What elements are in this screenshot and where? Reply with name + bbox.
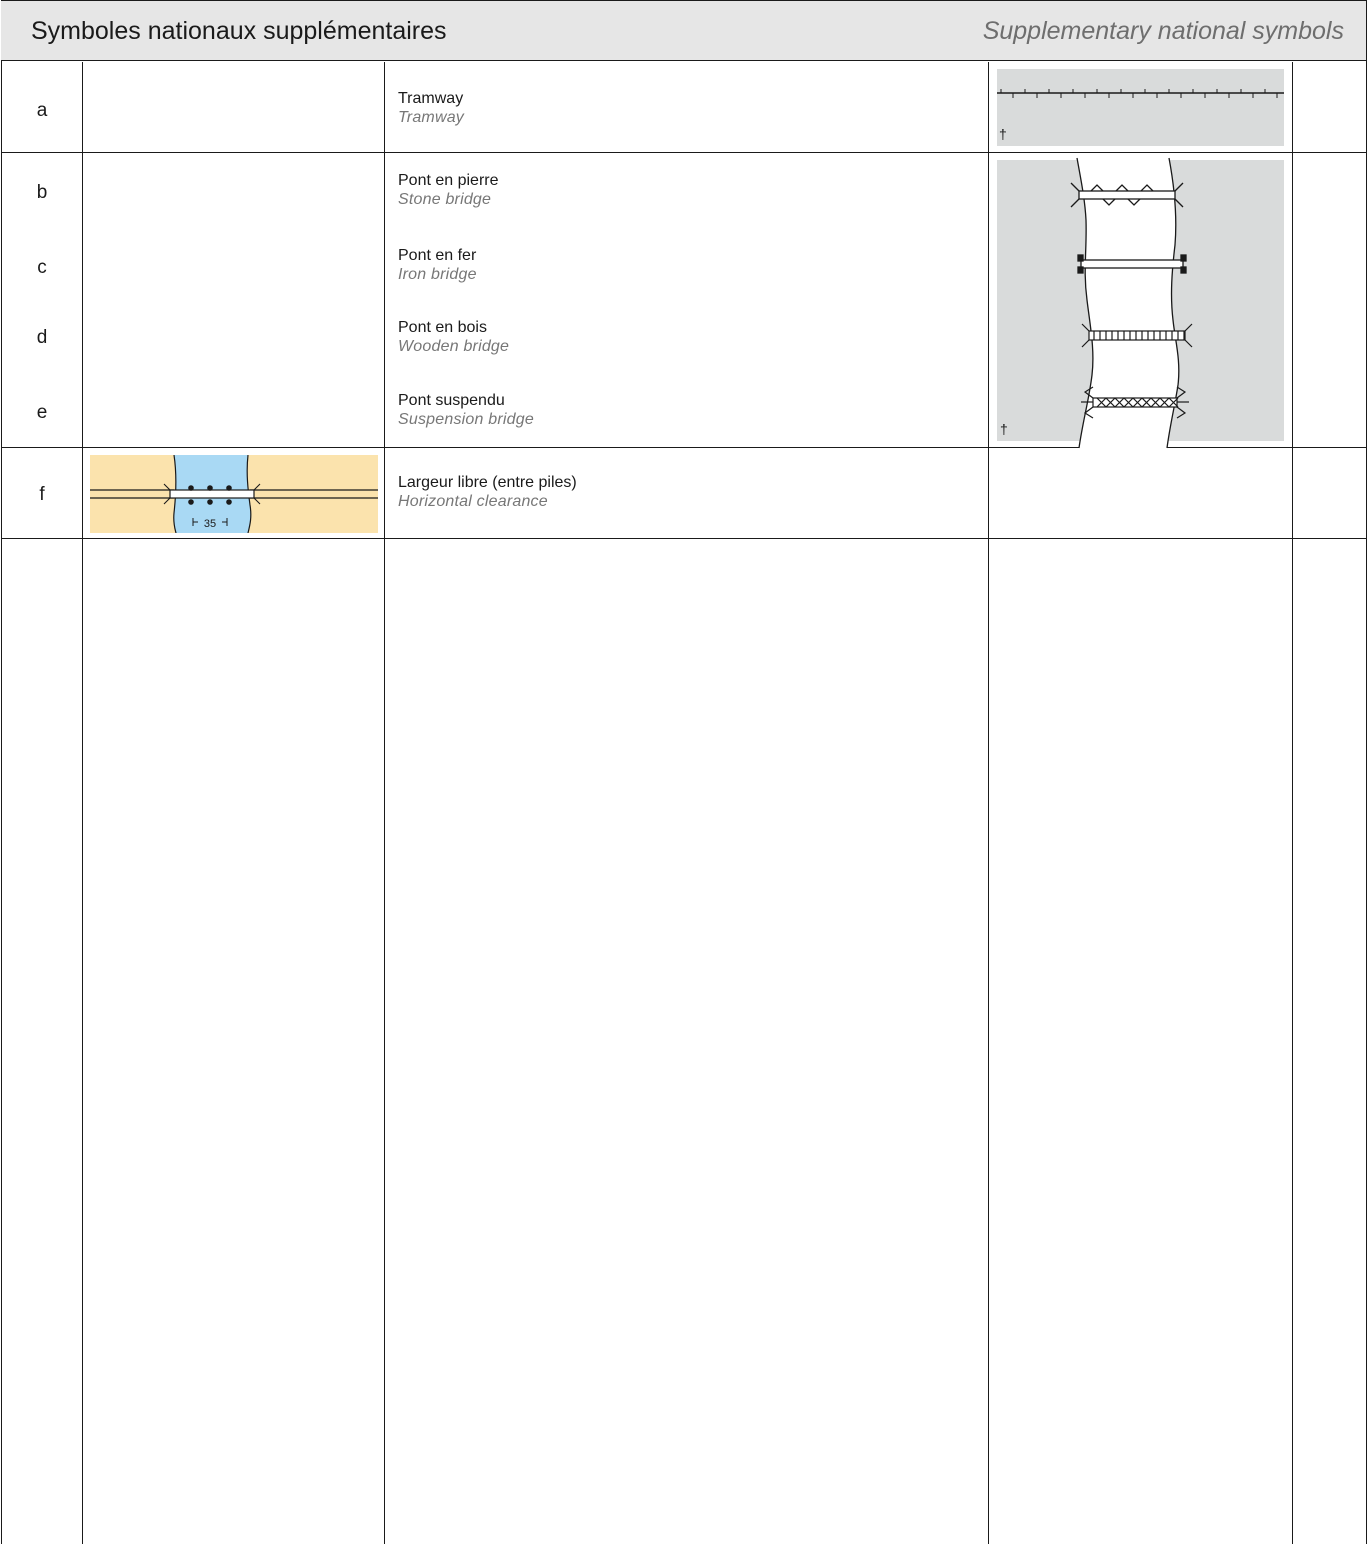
section-title-en: Supplementary national symbols (982, 17, 1344, 45)
column-divider (1292, 62, 1293, 1544)
row-divider (1, 538, 1367, 539)
bridges-symbol: † (997, 157, 1284, 449)
table-row-description: Tramway Tramway (398, 89, 464, 127)
clearance-value: 35 (204, 518, 216, 530)
label-fr: Pont suspendu (398, 392, 505, 409)
label-fr: Pont en bois (398, 319, 487, 336)
column-divider (384, 62, 385, 1544)
dagger-mark: † (999, 126, 1007, 142)
row-letter: f (39, 484, 45, 505)
symbol-table-page: Symboles nationaux supplémentaires Suppl… (0, 0, 1368, 1544)
row-letter: b (36, 182, 48, 203)
column-divider (988, 62, 989, 1544)
row-letter: c (37, 257, 47, 278)
label-fr: Tramway (398, 90, 464, 107)
row-letter: e (36, 402, 48, 423)
row-letter: a (36, 100, 48, 121)
column-divider (82, 62, 83, 1544)
table-row-description: Pont suspendu Suspension bridge (398, 391, 534, 429)
row-letter: d (36, 327, 48, 348)
label-en: Iron bridge (398, 266, 477, 283)
label-en: Tramway (398, 109, 464, 126)
row-divider (1, 152, 1367, 153)
label-fr: Pont en fer (398, 247, 477, 264)
label-fr: Largeur libre (entre piles) (398, 474, 577, 491)
table-row-description: Pont en fer Iron bridge (398, 246, 477, 284)
label-fr: Pont en pierre (398, 172, 499, 189)
section-header: Symboles nationaux supplémentaires Suppl… (1, 1, 1366, 61)
label-en: Stone bridge (398, 191, 492, 208)
table-row-description: Pont en pierre Stone bridge (398, 171, 499, 209)
horizontal-clearance-symbol: 35 (90, 454, 378, 534)
tramway-symbol: † (997, 69, 1284, 146)
table-row-description: Pont en bois Wooden bridge (398, 318, 509, 356)
label-en: Horizontal clearance (398, 493, 548, 510)
label-en: Suspension bridge (398, 411, 534, 428)
dagger-mark: † (1000, 421, 1008, 437)
label-en: Wooden bridge (398, 338, 510, 355)
section-title-fr: Symboles nationaux supplémentaires (31, 17, 447, 45)
table-row-description: Largeur libre (entre piles) Horizontal c… (398, 473, 577, 511)
